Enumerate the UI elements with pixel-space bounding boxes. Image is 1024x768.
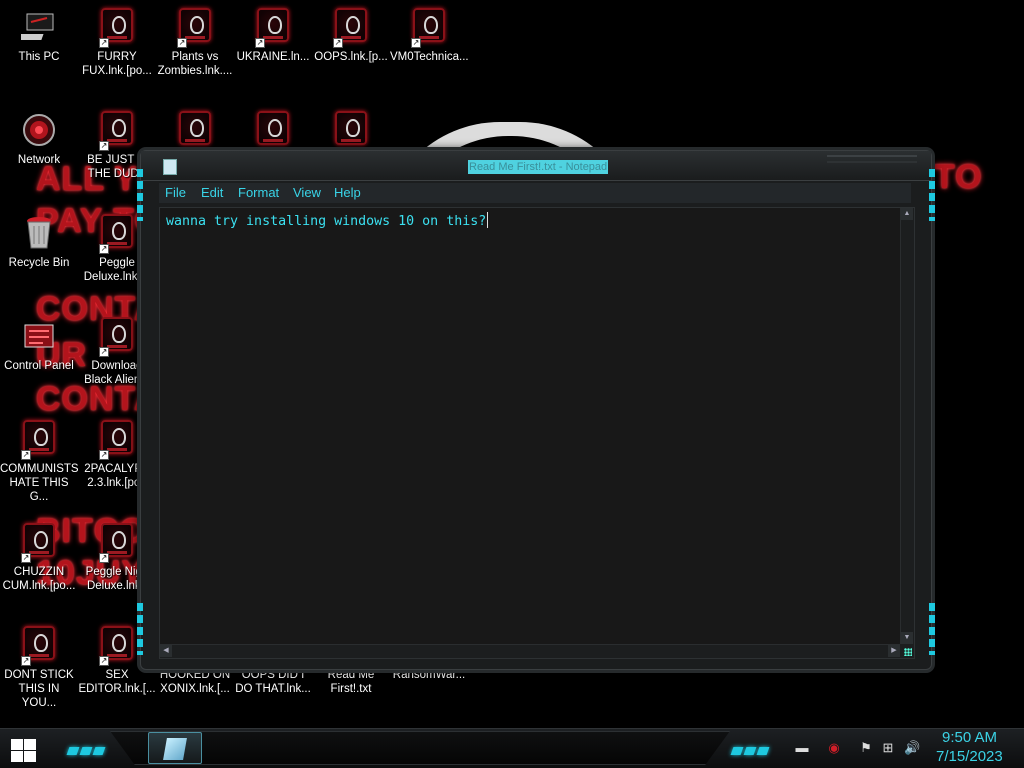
text-editor[interactable]: wanna try installing windows 10 on this?… <box>159 207 915 659</box>
taskbar-notepad-button[interactable] <box>148 732 202 764</box>
scroll-right-icon[interactable]: ▶ <box>888 645 900 657</box>
clock-time[interactable]: 9:50 AM <box>942 729 997 747</box>
alien-shortcut-icon: ↗ <box>99 317 135 357</box>
desktop-icon-network[interactable]: Network <box>0 103 78 203</box>
scroll-left-icon[interactable]: ◀ <box>160 645 172 657</box>
icon-label: UKRAINE.ln... <box>236 51 310 63</box>
alien-shortcut-icon <box>255 111 291 149</box>
alien-shortcut-icon: ↗ <box>99 214 135 254</box>
icon-label: HOOKED ON XONIX.lnk.[... <box>159 669 231 695</box>
alien-shortcut-icon: ↗ <box>99 111 135 151</box>
alienware-icon[interactable]: ◉ <box>826 740 842 756</box>
start-button[interactable] <box>10 737 38 763</box>
alien-shortcut-icon: ↗ <box>411 8 447 48</box>
network-globe-icon <box>21 111 57 149</box>
menu-format[interactable]: Format <box>238 185 279 201</box>
window-title: Read Me First!.txt - Notepad <box>468 160 609 174</box>
icon-label: Recycle Bin <box>8 257 70 269</box>
desktop-icon-vm0technica[interactable]: ↗ VM0Technica... <box>390 0 469 100</box>
icon-label: VM0Technica... <box>390 51 469 63</box>
title-decoration <box>827 155 917 163</box>
desktop-icon-recycle-bin[interactable]: Recycle Bin <box>0 206 78 306</box>
icon-label: COMMUNISTS HATE THIS G... <box>0 463 79 503</box>
menu-file[interactable]: File <box>165 185 186 201</box>
menu-view[interactable]: View <box>293 185 321 201</box>
alien-shortcut-icon: ↗ <box>99 420 135 460</box>
notepad-app-icon[interactable] <box>163 159 177 175</box>
desktop-icon-furry-fux[interactable]: ↗ FURRY FUX.lnk.[po... <box>78 0 156 100</box>
icon-label: OOPS.lnk.[p... <box>314 51 388 63</box>
notepad-icon <box>163 738 187 760</box>
taskbar-accent-right <box>730 742 772 755</box>
icon-label: Control Panel <box>4 360 74 372</box>
title-bar[interactable]: Read Me First!.txt - Notepad <box>141 151 931 181</box>
desktop-icon-control-panel[interactable]: Control Panel <box>0 309 78 409</box>
recycle-bin-icon <box>21 214 57 252</box>
right-accent-top <box>929 169 935 221</box>
icon-label: Network <box>17 154 61 166</box>
icon-label: Read Me First!.txt <box>327 669 375 695</box>
desktop-icon-this-pc[interactable]: This PC <box>0 0 78 100</box>
alien-shortcut-icon <box>333 111 369 149</box>
desktop-icon-oops[interactable]: ↗ OOPS.lnk.[p... <box>312 0 390 100</box>
icon-label: DONT STICK THIS IN YOU... <box>4 669 74 709</box>
desktop-icon-dont-stick[interactable]: ↗ DONT STICK THIS IN YOU... <box>0 618 78 718</box>
flag-error-icon[interactable]: ⚑ <box>858 740 874 756</box>
menu-bar: File Edit Format View Help <box>159 183 911 203</box>
scroll-down-icon[interactable]: ▼ <box>901 632 913 644</box>
volume-icon[interactable]: 🔊 <box>904 740 920 756</box>
editor-text[interactable]: wanna try installing windows 10 on this? <box>166 212 489 229</box>
alien-shortcut-icon: ↗ <box>21 523 57 563</box>
icon-label: Plants vs Zombies.lnk.... <box>157 51 233 77</box>
computer-icon <box>11 8 57 46</box>
left-accent-top <box>137 169 143 221</box>
alien-shortcut-icon: ↗ <box>99 8 135 48</box>
menu-help[interactable]: Help <box>334 185 361 201</box>
network-icon[interactable]: ⊞ <box>880 740 896 756</box>
alien-shortcut-icon: ↗ <box>99 626 135 666</box>
icon-label: RansomWar... <box>392 669 466 681</box>
control-panel-icon <box>21 317 57 355</box>
horizontal-scrollbar[interactable]: ◀ ▶ <box>160 644 900 658</box>
scroll-up-icon[interactable]: ▲ <box>901 208 913 220</box>
desktop-icon-ukraine[interactable]: ↗ UKRAINE.ln... <box>234 0 312 100</box>
alien-shortcut-icon: ↗ <box>255 8 291 48</box>
taskbar-accent-left <box>66 742 108 755</box>
taskbar: ▬ ◉ ⚑ ⊞ 🔊 9:50 AM 7/15/2023 <box>0 728 1024 768</box>
clock-date[interactable]: 7/15/2023 <box>936 748 1003 766</box>
icon-label: CHUZZIN CUM.lnk.[po... <box>2 566 76 592</box>
taskbar-trough <box>110 731 730 765</box>
wallpaper-text: TO <box>934 158 983 196</box>
desktop-icon-communists[interactable]: ↗ COMMUNISTS HATE THIS G... <box>0 412 79 512</box>
vertical-scrollbar[interactable]: ▲ ▼ <box>900 208 914 644</box>
alien-shortcut-icon: ↗ <box>21 420 57 460</box>
text-caret <box>487 212 489 228</box>
alien-shortcut-icon: ↗ <box>333 8 369 48</box>
icon-label: This PC <box>18 51 60 63</box>
icon-label: SEX EDITOR.lnk.[... <box>78 669 156 695</box>
editor-content: wanna try installing windows 10 on this? <box>166 214 487 229</box>
right-accent-bottom <box>929 603 935 655</box>
desktop: ALL YO PAY TO CONTA UR CONTA BITCOI 10JU… <box>0 0 1024 728</box>
menu-edit[interactable]: Edit <box>201 185 223 201</box>
alien-shortcut-icon <box>177 111 213 149</box>
desktop-icon-chuzzin[interactable]: ↗ CHUZZIN CUM.lnk.[po... <box>0 515 78 615</box>
alien-shortcut-icon: ↗ <box>21 626 57 666</box>
left-accent-bottom <box>137 603 143 655</box>
desktop-icon-plants-vs-zombies[interactable]: ↗ Plants vs Zombies.lnk.... <box>156 0 234 100</box>
icon-label: OOPS DID I DO THAT.lnk... <box>235 669 311 695</box>
alien-shortcut-icon: ↗ <box>99 523 135 563</box>
notepad-window[interactable]: Read Me First!.txt - Notepad File Edit F… <box>137 150 935 670</box>
keyboard-icon[interactable]: ▬ <box>794 740 810 756</box>
resize-grip-icon[interactable] <box>900 644 914 658</box>
alien-shortcut-icon: ↗ <box>177 8 213 48</box>
icon-label: FURRY FUX.lnk.[po... <box>82 51 152 77</box>
